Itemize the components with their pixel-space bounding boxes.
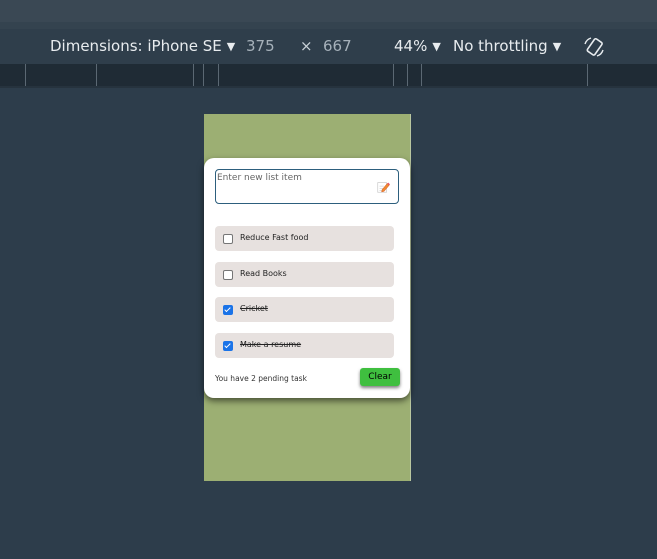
zoom-dropdown[interactable]: 44% ▼ (394, 37, 441, 55)
pencil-icon[interactable] (376, 180, 390, 194)
throttling-dropdown[interactable]: No throttling ▼ (453, 37, 561, 55)
list-item: Make a resume (215, 333, 394, 358)
chevron-down-icon: ▼ (432, 40, 441, 53)
clear-button[interactable]: Clear (360, 368, 400, 386)
new-item-field[interactable] (215, 169, 399, 204)
ruler-divider (0, 86, 657, 88)
device-toolbar: Dimensions: iPhone SE ▼ 375 × 667 44% ▼ No… (0, 29, 657, 64)
task-checkbox[interactable] (223, 270, 233, 280)
rotate-icon[interactable] (582, 35, 606, 59)
task-checkbox[interactable] (223, 341, 233, 351)
task-checkbox[interactable] (223, 305, 233, 315)
list-item: Read Books (215, 262, 394, 287)
device-viewport: Reduce Fast food Read Books Cricket Make… (204, 114, 411, 481)
dimensions-label: Dimensions: iPhone SE (50, 37, 222, 55)
dimensions-dropdown[interactable]: Dimensions: iPhone SE ▼ (50, 37, 235, 55)
media-query-ruler (0, 64, 657, 86)
height-input[interactable]: 667 (323, 37, 352, 55)
list-item: Reduce Fast food (215, 226, 394, 251)
zoom-label: 44% (394, 37, 428, 55)
times-icon: × (300, 37, 313, 55)
todo-card: Reduce Fast food Read Books Cricket Make… (204, 158, 410, 398)
task-checkbox[interactable] (223, 234, 233, 244)
list-item: Cricket (215, 297, 394, 322)
task-label: Cricket (240, 304, 268, 313)
task-label: Reduce Fast food (240, 233, 309, 242)
task-label: Read Books (240, 269, 287, 278)
chevron-down-icon: ▼ (226, 40, 236, 53)
width-input[interactable]: 375 (246, 37, 275, 55)
browser-top-strip (0, 0, 657, 22)
new-item-input[interactable] (217, 171, 367, 185)
browser-divider (0, 22, 657, 29)
throttling-label: No throttling (453, 37, 548, 55)
task-label: Make a resume (240, 340, 302, 349)
pending-count: You have 2 pending task (215, 374, 307, 383)
chevron-down-icon: ▼ (552, 40, 562, 53)
